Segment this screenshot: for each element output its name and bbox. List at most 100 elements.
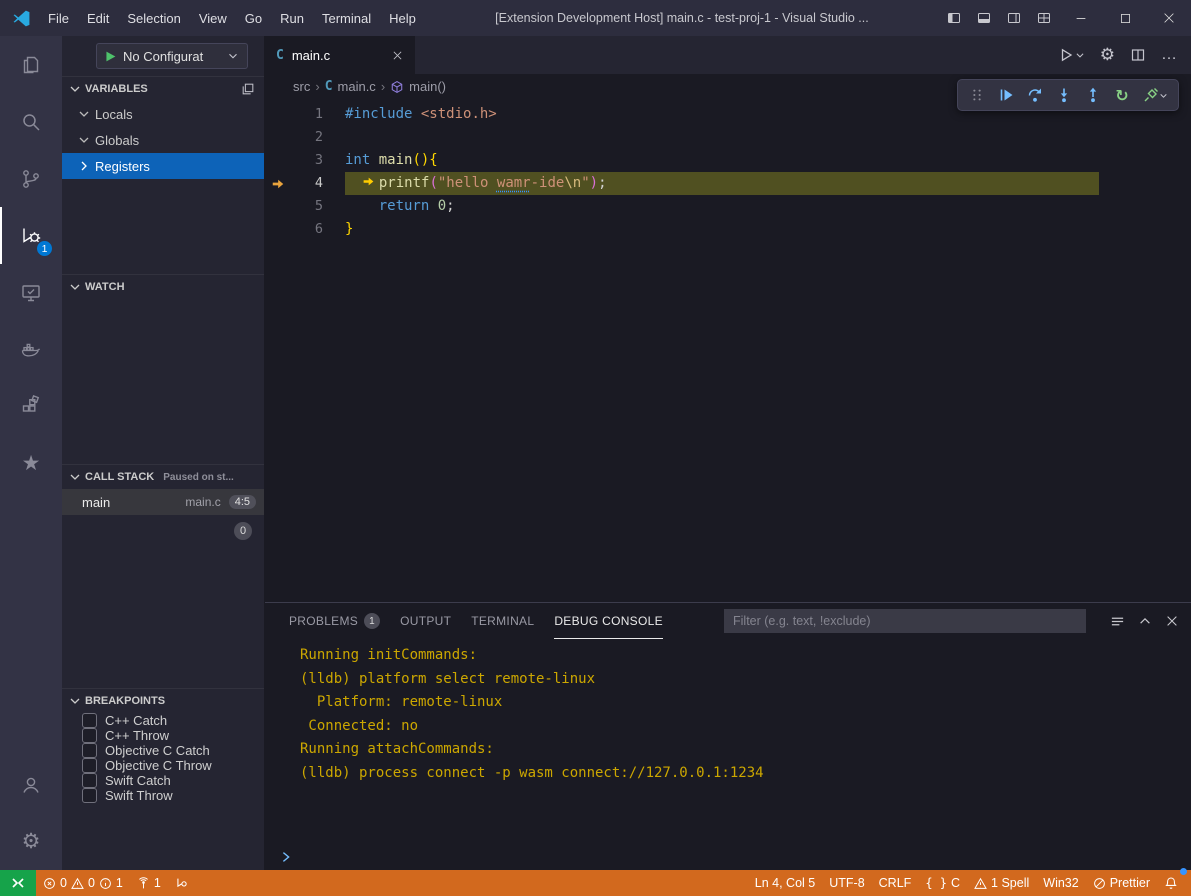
continue-button[interactable]	[994, 83, 1018, 107]
activity-source-control[interactable]	[0, 150, 62, 207]
breakpoint-checkbox[interactable]	[82, 728, 97, 743]
toggle-sidebar-icon[interactable]	[939, 0, 969, 36]
variables-header[interactable]: VARIABLES	[62, 77, 264, 101]
cursor-position[interactable]: Ln 4, Col 5	[748, 870, 822, 896]
problems-status[interactable]: 0 0 1	[36, 870, 130, 896]
activity-settings[interactable]: ⚙	[0, 813, 62, 870]
breadcrumb-item-symbol[interactable]: main()	[409, 79, 446, 94]
close-panel-icon[interactable]	[1165, 614, 1179, 628]
panel-tab-label: TERMINAL	[471, 614, 534, 628]
breakpoint-gutter[interactable]	[265, 195, 291, 218]
breakpoint-row-swift-catch[interactable]: Swift Catch	[62, 773, 264, 788]
panel-tab-output[interactable]: OUTPUT	[400, 603, 451, 639]
breakpoint-checkbox[interactable]	[82, 743, 97, 758]
activity-remote-explorer[interactable]	[0, 264, 62, 321]
language-mode[interactable]: { } C	[918, 870, 967, 896]
line-number: 6	[291, 218, 323, 241]
eol-select[interactable]: CRLF	[872, 870, 919, 896]
menu-run[interactable]: Run	[271, 6, 313, 31]
debug-status[interactable]	[168, 870, 196, 896]
spell-checker-status[interactable]: 1 Spell	[967, 870, 1036, 896]
close-window-button[interactable]	[1147, 0, 1191, 36]
breakpoint-gutter[interactable]	[265, 149, 291, 172]
step-into-button[interactable]	[1052, 83, 1076, 107]
debug-config-dropdown[interactable]: No Configurat	[96, 43, 248, 69]
menu-help[interactable]: Help	[380, 6, 425, 31]
line-number: 3	[291, 149, 323, 172]
breakpoint-checkbox[interactable]	[82, 758, 97, 773]
panel-actions	[1106, 614, 1179, 629]
maximize-button[interactable]	[1103, 0, 1147, 36]
menu-edit[interactable]: Edit	[78, 6, 118, 31]
panel-tab-problems[interactable]: PROBLEMS1	[289, 603, 380, 639]
toggle-secondary-sidebar-icon[interactable]	[999, 0, 1029, 36]
breakpoint-checkbox[interactable]	[82, 788, 97, 803]
menu-go[interactable]: Go	[236, 6, 271, 31]
platform-status[interactable]: Win32	[1036, 870, 1085, 896]
disconnect-button[interactable]	[1139, 83, 1171, 107]
remote-indicator[interactable]	[0, 870, 36, 896]
toggle-panel-icon[interactable]	[969, 0, 999, 36]
breakpoint-row-objective-c-catch[interactable]: Objective C Catch	[62, 743, 264, 758]
breakpoint-gutter[interactable]	[265, 126, 291, 149]
restart-button[interactable]: ↻	[1110, 83, 1134, 107]
breakpoint-row-swift-throw[interactable]: Swift Throw	[62, 788, 264, 803]
ports-status[interactable]: 1	[130, 870, 168, 896]
close-tab-icon[interactable]	[391, 49, 404, 62]
console-filter-input[interactable]	[724, 609, 1086, 633]
split-editor-icon[interactable]	[1130, 47, 1146, 63]
code-token: ;	[446, 198, 454, 214]
customize-layout-icon[interactable]	[1029, 0, 1059, 36]
activity-docker[interactable]	[0, 321, 62, 378]
stack-frame-row[interactable]: main main.c 4:5	[62, 489, 264, 515]
panel-header: PROBLEMS1 OUTPUT TERMINAL DEBUG CONSOLE	[265, 603, 1191, 639]
more-actions-icon[interactable]: …	[1161, 46, 1177, 64]
variables-scope-globals[interactable]: Globals	[62, 127, 264, 153]
activity-extensions[interactable]	[0, 378, 62, 435]
breakpoint-checkbox[interactable]	[82, 713, 97, 728]
encoding-select[interactable]: UTF-8	[822, 870, 871, 896]
variables-scope-registers[interactable]: Registers	[62, 153, 264, 179]
activity-search[interactable]	[0, 93, 62, 150]
breakpoints-header[interactable]: BREAKPOINTS	[62, 689, 264, 713]
menu-view[interactable]: View	[190, 6, 236, 31]
editor-settings-gear-icon[interactable]: ⚙	[1100, 45, 1115, 65]
menu-selection[interactable]: Selection	[118, 6, 189, 31]
breakpoint-gutter[interactable]	[265, 103, 291, 126]
breadcrumb-item-src[interactable]: src	[293, 79, 310, 94]
notifications-bell[interactable]	[1157, 870, 1185, 896]
tab-main-c[interactable]: C main.c	[265, 36, 415, 74]
console-menu-icon[interactable]	[1110, 614, 1125, 629]
variables-scope-locals[interactable]: Locals	[62, 101, 264, 127]
breakpoint-checkbox[interactable]	[82, 773, 97, 788]
activity-explorer[interactable]	[0, 36, 62, 93]
console-input-row[interactable]	[265, 844, 1191, 870]
formatter-status[interactable]: Prettier	[1086, 870, 1157, 896]
activity-favorites[interactable]: ★	[0, 435, 62, 492]
breakpoint-row-objective-c-throw[interactable]: Objective C Throw	[62, 758, 264, 773]
breadcrumb-item-file[interactable]: main.c	[338, 79, 376, 94]
call-stack-header[interactable]: CALL STACK Paused on st...	[62, 465, 264, 489]
collapse-all-icon[interactable]	[241, 82, 255, 96]
toolbar-drag-grip[interactable]	[965, 83, 989, 107]
code-editor[interactable]: 1#include <stdio.h>23int main(){4 printf…	[265, 99, 1191, 241]
run-file-button[interactable]	[1058, 47, 1085, 63]
chevron-down-icon	[67, 81, 83, 97]
debug-current-line-icon[interactable]	[265, 172, 291, 195]
menu-terminal[interactable]: Terminal	[313, 6, 380, 31]
breakpoint-gutter[interactable]	[265, 218, 291, 241]
panel-tab-terminal[interactable]: TERMINAL	[471, 603, 534, 639]
activity-accounts[interactable]	[0, 756, 62, 813]
breakpoint-row-c-catch[interactable]: C++ Catch	[62, 713, 264, 728]
maximize-panel-icon[interactable]	[1138, 614, 1152, 628]
minimize-button[interactable]	[1059, 0, 1103, 36]
step-out-button[interactable]	[1081, 83, 1105, 107]
panel-tab-debug-console[interactable]: DEBUG CONSOLE	[554, 603, 663, 639]
menu-file[interactable]: File	[39, 6, 78, 31]
watch-header[interactable]: WATCH	[62, 275, 264, 299]
editor-pane[interactable]: src › C main.c › main() 1#include <stdio…	[265, 74, 1191, 602]
breakpoint-row-c-throw[interactable]: C++ Throw	[62, 728, 264, 743]
step-over-button[interactable]	[1023, 83, 1047, 107]
start-debug-icon[interactable]	[104, 50, 117, 63]
activity-run-debug[interactable]: 1	[0, 207, 62, 264]
